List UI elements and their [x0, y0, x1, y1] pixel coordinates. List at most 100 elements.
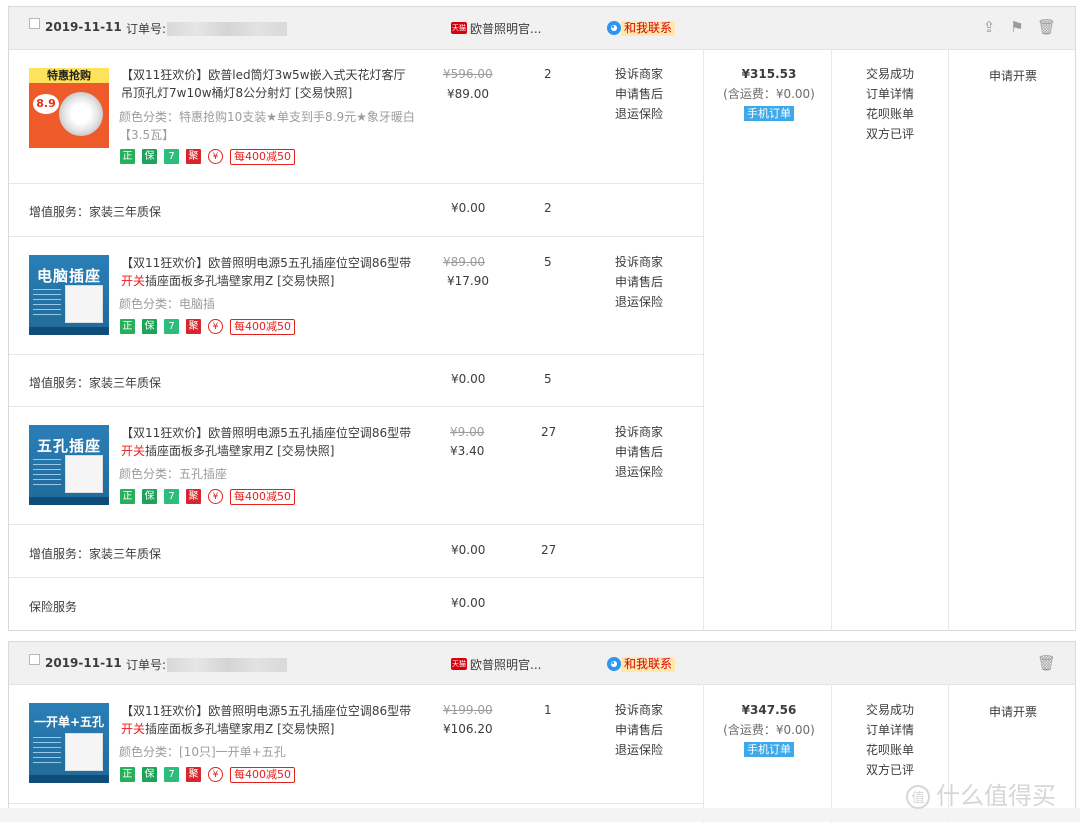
guarantee-icon[interactable]: 保 [142, 319, 157, 334]
mobile-order-badge: 手机订单 [744, 742, 794, 757]
product-title-highlight: 开关 [121, 274, 146, 288]
unit-price: ¥3.40 [450, 444, 485, 458]
product-thumbnail[interactable]: 一开单+五孔 [29, 703, 109, 783]
complain-seller-link[interactable]: 投诉商家 [615, 422, 663, 442]
return-insurance-link[interactable]: 退运保险 [615, 104, 663, 124]
product-thumbnail[interactable]: 特惠抢购 8.9 [29, 68, 109, 148]
row-divider [9, 577, 703, 578]
complain-seller-link[interactable]: 投诉商家 [615, 700, 663, 720]
guarantee-icon[interactable]: 保 [142, 489, 157, 504]
order-checkbox[interactable] [29, 654, 40, 665]
row-divider [9, 803, 703, 804]
product-thumbnail[interactable]: 五孔插座 [29, 425, 109, 505]
original-price: ¥89.00 [443, 255, 485, 269]
huabei-bill-link[interactable]: 花呗账单 [866, 740, 914, 760]
return-insurance-link[interactable]: 退运保险 [615, 292, 663, 312]
watermark: 值什么值得买 [906, 776, 1056, 811]
order-header: 2019-11-11 订单号: 天猫 欧普照明官... ◕ 和我联系 🗑 [9, 642, 1075, 685]
genuine-icon[interactable]: 正 [120, 319, 135, 334]
return-insurance-link[interactable]: 退运保险 [615, 462, 663, 482]
order-card: 2019-11-11 订单号: 天猫 欧普照明官... ◕ 和我联系 ⇪ ⚑ 🗑… [8, 6, 1076, 631]
snapshot-link[interactable]: [交易快照] [295, 86, 352, 100]
promo-badge[interactable]: 每400减50 [230, 489, 295, 505]
guarantee-icon[interactable]: 保 [142, 149, 157, 164]
after-sales-link[interactable]: 申请售后 [615, 442, 663, 462]
price-protect-icon[interactable]: ¥ [208, 489, 223, 504]
thumbnail-decoration [33, 737, 61, 765]
item-actions: 投诉商家 申请售后 退运保险 [615, 252, 663, 312]
item-actions: 投诉商家 申请售后 退运保险 [615, 700, 663, 760]
row-divider [9, 406, 703, 407]
juhuasuan-icon[interactable]: 聚 [186, 489, 201, 504]
genuine-icon[interactable]: 正 [120, 149, 135, 164]
row-divider [9, 354, 703, 355]
request-invoice-link[interactable]: 申请开票 [989, 703, 1037, 720]
seven-day-return-icon[interactable]: 7 [164, 149, 179, 164]
order-total: ¥315.53 (含运费：¥0.00) 手机订单 [705, 64, 833, 121]
genuine-icon[interactable]: 正 [120, 489, 135, 504]
product-sku: 颜色分类：[10只]一开单+五孔 [119, 745, 286, 759]
promo-badge[interactable]: 每400减50 [230, 149, 295, 165]
value-added-service: 增值服务：家装三年质保 [29, 547, 162, 561]
shop-name-link[interactable]: 欧普照明官... [470, 20, 541, 37]
flag-icon[interactable]: ⚑ [1009, 18, 1025, 36]
seven-day-return-icon[interactable]: 7 [164, 489, 179, 504]
price-protect-icon[interactable]: ¥ [208, 149, 223, 164]
after-sales-link[interactable]: 申请售后 [615, 84, 663, 104]
juhuasuan-icon[interactable]: 聚 [186, 149, 201, 164]
product-thumbnail[interactable]: 电脑插座 [29, 255, 109, 335]
seven-day-return-icon[interactable]: 7 [164, 767, 179, 782]
both-reviewed-link[interactable]: 双方已评 [866, 124, 914, 144]
thumbnail-banner: 特惠抢购 [29, 68, 109, 83]
column-divider [703, 684, 704, 823]
after-sales-link[interactable]: 申请售后 [615, 720, 663, 740]
guarantee-icon[interactable]: 保 [142, 767, 157, 782]
snapshot-link[interactable]: [交易快照] [277, 444, 334, 458]
order-number-label: 订单号: [126, 658, 167, 672]
after-sales-link[interactable]: 申请售后 [615, 272, 663, 292]
wangwang-icon[interactable]: ◕ [607, 657, 621, 671]
order-detail-link[interactable]: 订单详情 [866, 720, 914, 740]
insurance-service: 保险服务 [29, 600, 78, 614]
order-detail-link[interactable]: 订单详情 [866, 84, 914, 104]
product-title-link[interactable]: 【双11狂欢价】欧普照明电源5五孔插座位空调86型带开关插座面板多孔墙壁家用Z … [121, 702, 413, 738]
unit-price: ¥106.20 [443, 722, 493, 736]
thumbnail-decoration [33, 459, 61, 487]
share-icon[interactable]: ⇪ [981, 18, 997, 36]
product-title-link[interactable]: 【双11狂欢价】欧普led筒灯3w5w嵌入式天花灯客厅吊顶孔灯7w10w桶灯8公… [121, 66, 413, 102]
price-protect-icon[interactable]: ¥ [208, 319, 223, 334]
promo-badge[interactable]: 每400减50 [230, 319, 295, 335]
tmall-icon: 天猫 [451, 22, 467, 34]
product-title-link[interactable]: 【双11狂欢价】欧普照明电源5五孔插座位空调86型带开关插座面板多孔墙壁家用Z … [121, 424, 413, 460]
product-title: 【双11狂欢价】欧普照明电源5五孔插座位空调86型带 [121, 426, 412, 440]
order-number-redacted [167, 22, 287, 36]
watermark-text: 什么值得买 [936, 782, 1056, 810]
product-sku: 颜色分类：特惠抢购10支装★单支到手8.9元★象牙暖白【3.5瓦】 [119, 110, 415, 142]
genuine-icon[interactable]: 正 [120, 767, 135, 782]
trash-icon[interactable]: 🗑 [1037, 18, 1056, 36]
wangwang-icon[interactable]: ◕ [607, 21, 621, 35]
juhuasuan-icon[interactable]: 聚 [186, 319, 201, 334]
seven-day-return-icon[interactable]: 7 [164, 319, 179, 334]
trash-icon[interactable]: 🗑 [1037, 654, 1056, 672]
request-invoice-link[interactable]: 申请开票 [989, 67, 1037, 84]
contact-seller-link[interactable]: 和我联系 [621, 21, 676, 36]
status-text: 交易成功 [866, 67, 915, 81]
huabei-bill-link[interactable]: 花呗账单 [866, 104, 914, 124]
original-price: ¥596.00 [443, 67, 493, 81]
product-title-link[interactable]: 【双11狂欢价】欧普照明电源5五孔插座位空调86型带开关插座面板多孔墙壁家用Z … [121, 254, 413, 290]
complain-seller-link[interactable]: 投诉商家 [615, 252, 663, 272]
price-protect-icon[interactable]: ¥ [208, 767, 223, 782]
watermark-logo-icon: 值 [906, 785, 930, 809]
return-insurance-link[interactable]: 退运保险 [615, 740, 663, 760]
service-quantity: 2 [544, 201, 552, 215]
shop-name-link[interactable]: 欧普照明官... [470, 656, 541, 673]
juhuasuan-icon[interactable]: 聚 [186, 767, 201, 782]
promo-badge[interactable]: 每400减50 [230, 767, 295, 783]
contact-seller-link[interactable]: 和我联系 [621, 657, 676, 672]
complain-seller-link[interactable]: 投诉商家 [615, 64, 663, 84]
order-checkbox[interactable] [29, 18, 40, 29]
quantity: 1 [544, 703, 552, 717]
snapshot-link[interactable]: [交易快照] [277, 274, 334, 288]
snapshot-link[interactable]: [交易快照] [277, 722, 334, 736]
